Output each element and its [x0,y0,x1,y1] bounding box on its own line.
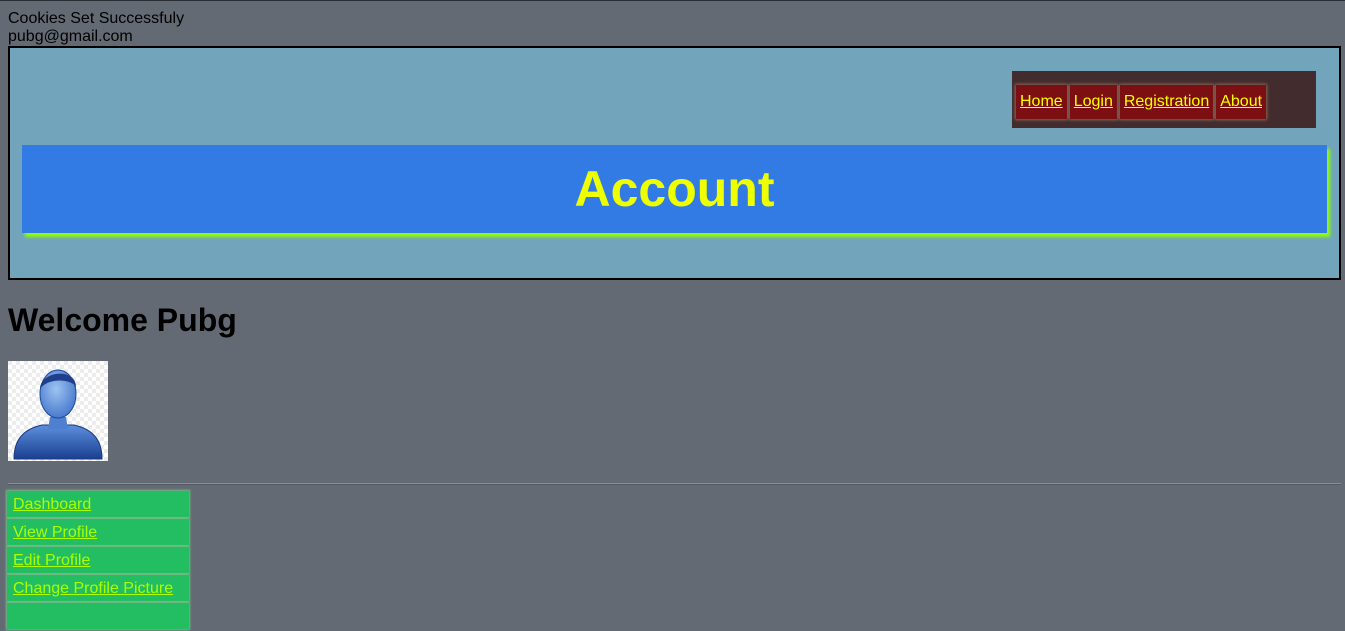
page-header: Home Login Registration About Account [8,46,1341,280]
account-banner: Account [22,145,1327,233]
sidebar-item-dashboard[interactable]: Dashboard [7,491,189,517]
nav-item-login: Login [1069,85,1117,119]
sidebar-item-more[interactable] [7,603,189,629]
page-title: Account [574,161,775,217]
sidebar-menu: Dashboard View Profile Edit Profile Chan… [7,491,189,631]
nav-item-about: About [1216,85,1267,119]
sidebar-item-change-profile-picture[interactable]: Change Profile Picture [7,575,189,601]
sidebar-item-view-profile[interactable]: View Profile [7,519,189,545]
nav-link-home[interactable]: Home [1020,93,1063,110]
nav-link-login[interactable]: Login [1074,93,1113,110]
welcome-heading: Welcome Pubg [8,302,237,338]
cookie-status-text: Cookies Set Successfuly [8,10,185,27]
top-navigation: Home Login Registration About [1012,71,1316,128]
nav-item-home: Home [1016,85,1067,119]
nav-link-about[interactable]: About [1220,93,1262,110]
user-avatar-icon [8,361,108,461]
user-email-text: pubg@gmail.com [8,28,133,45]
sidebar-item-edit-profile[interactable]: Edit Profile [7,547,189,573]
section-divider [8,483,1341,485]
status-messages: Cookies Set Successfuly pubg@gmail.com [8,10,184,46]
nav-item-registration: Registration [1119,85,1214,119]
nav-link-registration[interactable]: Registration [1124,93,1209,110]
